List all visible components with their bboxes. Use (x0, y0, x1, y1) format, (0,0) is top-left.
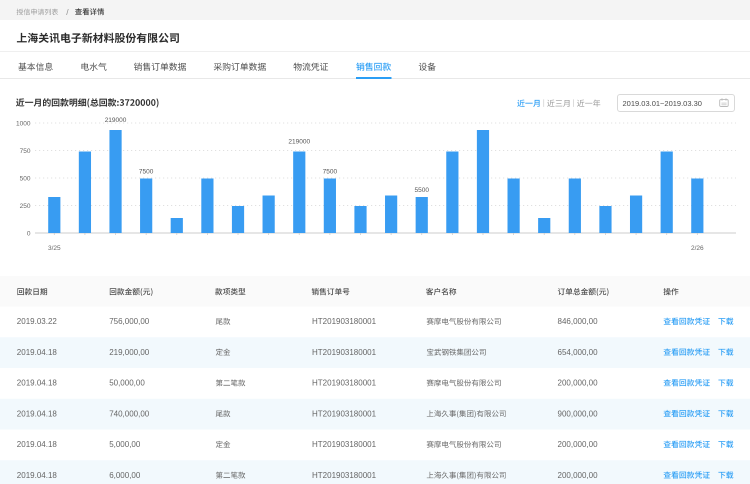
svg-text:7500: 7500 (139, 169, 154, 176)
svg-text:2019.04.18: 2019.04.18 (17, 471, 58, 480)
svg-text:0: 0 (27, 230, 31, 237)
svg-text:900,000,00: 900,000,00 (558, 409, 599, 418)
svg-text:200,000,00: 200,000,00 (558, 379, 599, 388)
svg-text:7500: 7500 (323, 169, 338, 176)
svg-text:219000: 219000 (105, 117, 127, 124)
svg-text:846,000,00: 846,000,00 (558, 317, 599, 326)
svg-text:6,000,00: 6,000,00 (109, 471, 141, 480)
svg-text:2019.03.22: 2019.03.22 (17, 317, 58, 326)
svg-text:2019.04.18: 2019.04.18 (17, 409, 58, 418)
svg-text:219,000,00: 219,000,00 (109, 348, 150, 357)
svg-text:HT201903180001: HT201903180001 (312, 440, 377, 449)
svg-text:2019.04.18: 2019.04.18 (17, 379, 58, 388)
svg-text:756,000,00: 756,000,00 (109, 317, 150, 326)
svg-text:HT201903180001: HT201903180001 (312, 348, 377, 357)
svg-text:HT201903180001: HT201903180001 (312, 379, 377, 388)
svg-text:5500: 5500 (415, 187, 430, 194)
svg-text:740,000,00: 740,000,00 (109, 409, 150, 418)
svg-text:200,000,00: 200,000,00 (558, 440, 599, 449)
svg-text:250: 250 (20, 203, 31, 210)
svg-text:500: 500 (20, 175, 31, 182)
svg-text:HT201903180001: HT201903180001 (312, 317, 377, 326)
svg-text:2/26: 2/26 (691, 245, 704, 252)
svg-text:2019.04.18: 2019.04.18 (17, 440, 58, 449)
svg-text:5,000,00: 5,000,00 (109, 440, 141, 449)
svg-text:2019.04.18: 2019.04.18 (17, 348, 58, 357)
svg-text:50,000,00: 50,000,00 (109, 379, 145, 388)
svg-text:219000: 219000 (288, 139, 310, 146)
svg-text:200,000,00: 200,000,00 (558, 471, 599, 480)
svg-text:HT201903180001: HT201903180001 (312, 471, 377, 480)
svg-text:654,000,00: 654,000,00 (558, 348, 599, 357)
svg-text:HT201903180001: HT201903180001 (312, 409, 377, 418)
svg-text:3/25: 3/25 (48, 245, 61, 252)
svg-text:2019.03.01~2019.03.30: 2019.03.01~2019.03.30 (623, 99, 702, 108)
svg-text:1000: 1000 (16, 120, 31, 127)
svg-text:750: 750 (20, 148, 31, 155)
